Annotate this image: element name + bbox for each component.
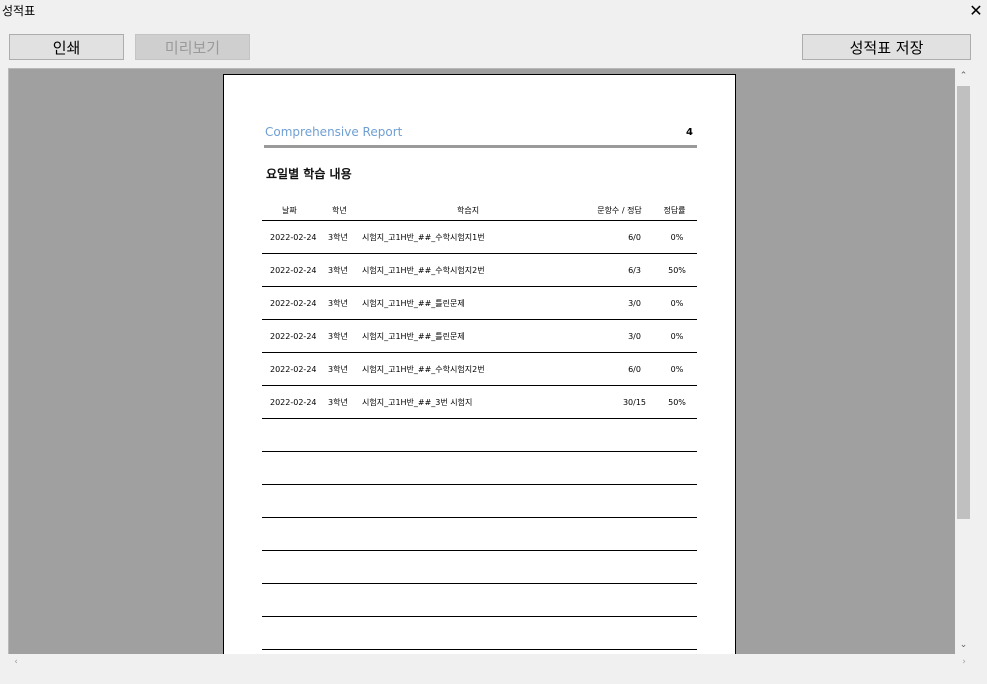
- cell-rate: 0%: [670, 331, 684, 341]
- column-header-rate: 정답률: [663, 206, 686, 215]
- empty-table-row: [262, 518, 697, 551]
- horizontal-scrollbar[interactable]: ‹ ›: [8, 654, 972, 670]
- cell-grade: 3학년: [328, 298, 348, 308]
- table-row: 2022-02-24 3학년 시험지_고1H반_##_수학시험지2번 6/0 0%: [262, 353, 697, 386]
- cell-date: 2022-02-24: [270, 397, 317, 407]
- close-icon[interactable]: ✕: [965, 0, 987, 22]
- preview-button[interactable]: 미리보기: [135, 34, 250, 60]
- column-header-count: 문항수 / 정답: [597, 206, 642, 215]
- cell-sheet: 시험지_고1H반_##_틀린문제: [362, 298, 465, 308]
- cell-date: 2022-02-24: [270, 232, 317, 242]
- cell-date: 2022-02-24: [270, 298, 317, 308]
- empty-table-row: [262, 584, 697, 617]
- chevron-left-icon[interactable]: ‹: [8, 654, 24, 670]
- report-title: Comprehensive Report: [265, 125, 403, 139]
- cell-rate: 0%: [670, 232, 684, 242]
- chevron-right-icon[interactable]: ›: [956, 654, 972, 670]
- scroll-thumb[interactable]: [957, 86, 970, 519]
- cell-rate: 50%: [668, 265, 686, 275]
- table-row: 2022-02-24 3학년 시험지_고1H반_##_3번 시험지 30/15 50%: [262, 386, 697, 419]
- title-rule: [264, 145, 697, 148]
- cell-grade: 3학년: [328, 265, 348, 275]
- column-header-date: 날짜: [282, 206, 297, 215]
- empty-table-row: [262, 452, 697, 485]
- cell-grade: 3학년: [328, 364, 348, 374]
- cell-rate: 50%: [668, 397, 686, 407]
- cell-sheet: 시험지_고1H반_##_3번 시험지: [362, 397, 473, 407]
- cell-rate: 0%: [670, 364, 684, 374]
- chevron-up-icon[interactable]: ⌃: [955, 68, 972, 85]
- print-button[interactable]: 인쇄: [9, 34, 124, 60]
- table-row: 2022-02-24 3학년 시험지_고1H반_##_수학시험지2번 6/3 50%: [262, 254, 697, 287]
- cell-sheet: 시험지_고1H반_##_틀린문제: [362, 331, 465, 341]
- cell-sheet: 시험지_고1H반_##_수학시험지2번: [362, 265, 485, 275]
- cell-date: 2022-02-24: [270, 364, 317, 374]
- vertical-scrollbar[interactable]: ⌃ ⌄: [955, 68, 972, 654]
- cell-sheet: 시험지_고1H반_##_수학시험지1번: [362, 232, 485, 242]
- column-header-sheet: 학습지: [457, 206, 480, 215]
- column-header-grade: 학년: [332, 206, 347, 215]
- section-title: 요일별 학습 내용: [266, 167, 352, 181]
- title-bar: 성적표 ✕: [0, 0, 987, 22]
- table-row: 2022-02-24 3학년 시험지_고1H반_##_틀린문제 3/0 0%: [262, 287, 697, 320]
- cell-date: 2022-02-24: [270, 265, 317, 275]
- cell-grade: 3학년: [328, 331, 348, 341]
- table-row: 2022-02-24 3학년 시험지_고1H반_##_틀린문제 3/0 0%: [262, 320, 697, 353]
- empty-table-row: [262, 419, 697, 452]
- empty-table-row: [262, 485, 697, 518]
- chevron-down-icon[interactable]: ⌄: [955, 637, 972, 654]
- page-number: 4: [686, 127, 693, 138]
- table-header: 날짜 학년 학습지 문항수 / 정답 정답률: [262, 201, 697, 221]
- print-preview-area[interactable]: Comprehensive Report 4 요일별 학습 내용 날짜 학년 학…: [8, 68, 972, 670]
- cell-grade: 3학년: [328, 232, 348, 242]
- cell-date: 2022-02-24: [270, 331, 317, 341]
- cell-sheet: 시험지_고1H반_##_수학시험지2번: [362, 364, 485, 374]
- cell-grade: 3학년: [328, 397, 348, 407]
- empty-table-row: [262, 617, 697, 650]
- empty-table-row: [262, 551, 697, 584]
- report-page: Comprehensive Report 4 요일별 학습 내용 날짜 학년 학…: [223, 74, 736, 669]
- window-title: 성적표: [2, 4, 36, 18]
- table-row: 2022-02-24 3학년 시험지_고1H반_##_수학시험지1번 6/0 0%: [262, 221, 697, 254]
- cell-rate: 0%: [670, 298, 684, 308]
- save-report-button[interactable]: 성적표 저장: [802, 34, 971, 60]
